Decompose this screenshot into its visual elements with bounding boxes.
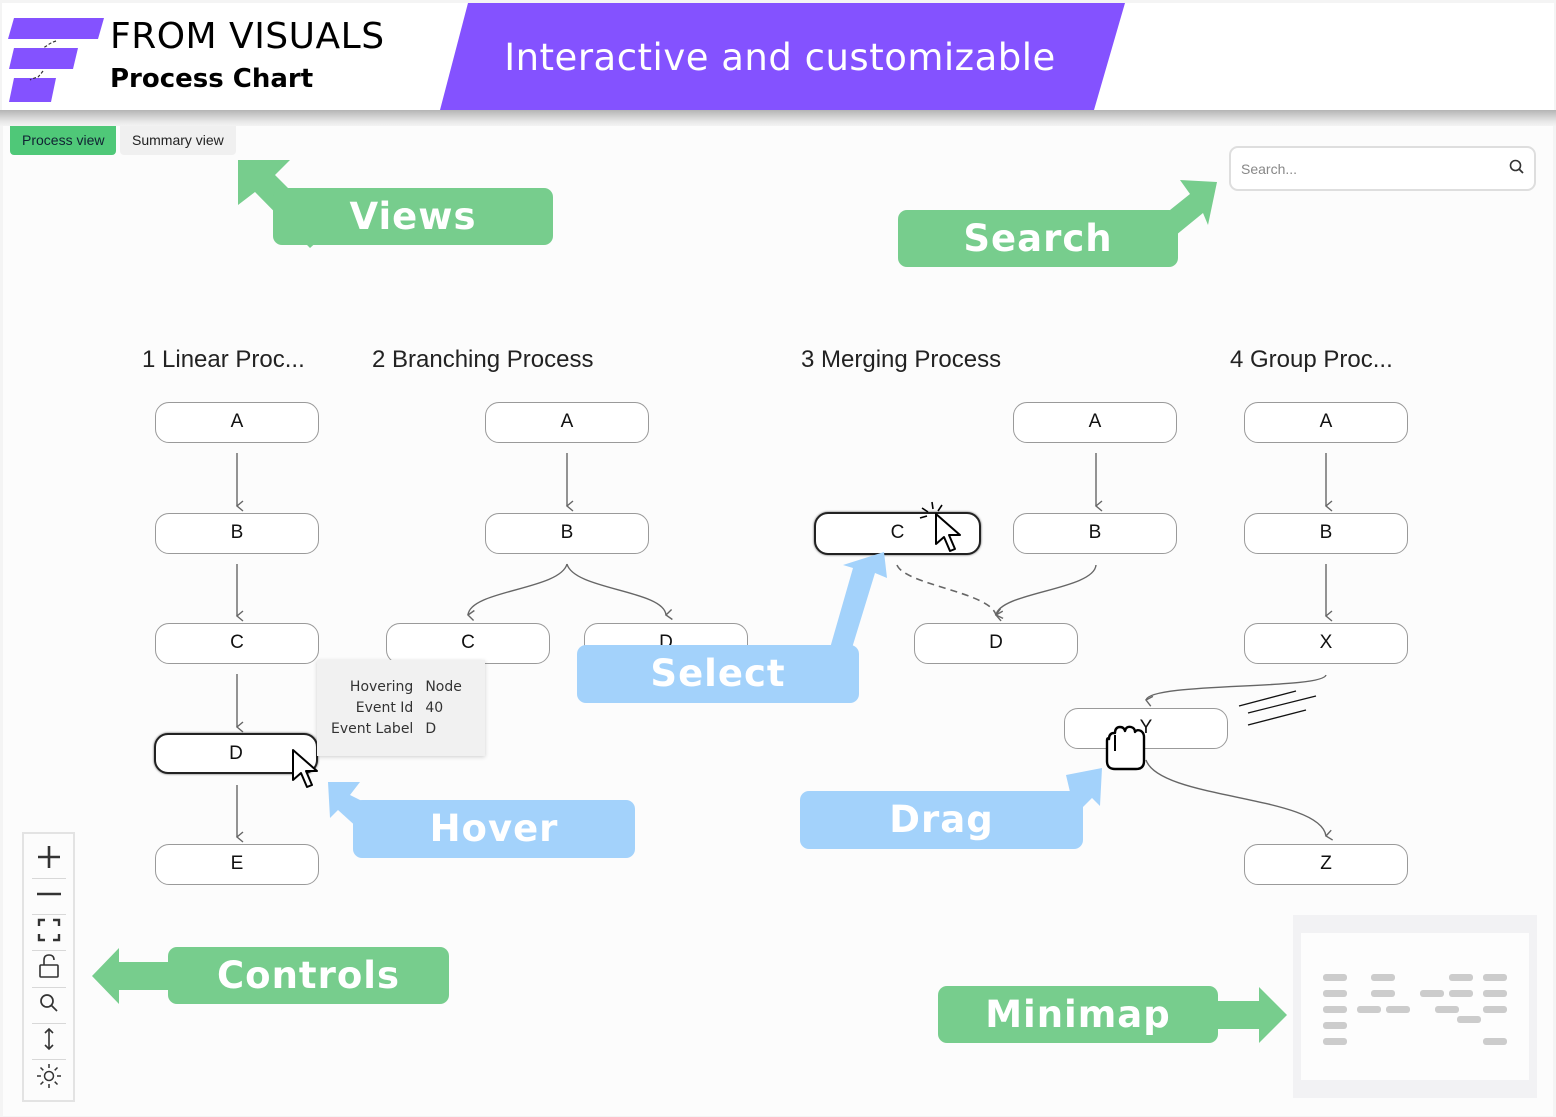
minimap-node [1323, 1006, 1347, 1013]
tooltip-row: Event Label D [331, 720, 468, 741]
lock-button[interactable] [30, 948, 68, 984]
zoom-in-button[interactable] [30, 839, 68, 875]
grab-hand-cursor-icon [1105, 725, 1146, 771]
process-node[interactable]: A [155, 402, 319, 443]
process-node[interactable]: X [1244, 623, 1408, 664]
process-title: 4 Group Proc... [1230, 346, 1393, 373]
tooltip-row: Hovering Node [331, 678, 468, 699]
edge-group-x-y [1144, 674, 1327, 707]
edge-group-y-z [1145, 759, 1334, 841]
drag-callout: Drag [800, 791, 1083, 849]
edge-merge-c-d [896, 564, 1004, 619]
minimap-node [1449, 974, 1473, 981]
drag-motion-lines-icon [1238, 690, 1317, 726]
minimap-node [1323, 1022, 1347, 1029]
tooltip-key: Event Id [355, 700, 414, 716]
minimap-node [1357, 1006, 1381, 1013]
minimap-node [1371, 990, 1395, 997]
process-node[interactable]: D [914, 623, 1078, 664]
tooltip-value: D [425, 721, 437, 737]
process-node[interactable]: B [1013, 513, 1177, 554]
fit-screen-icon [37, 918, 61, 942]
tooltip-value: Node [425, 679, 462, 695]
tooltip-key: Hovering [349, 679, 414, 695]
minimap-node [1435, 1006, 1459, 1013]
controls-callout: Controls [168, 947, 449, 1004]
views-callout: Views [273, 188, 553, 245]
process-node[interactable]: B [1244, 513, 1408, 554]
hover-callout: Hover [353, 800, 635, 858]
minimap-node [1420, 990, 1444, 997]
tooltip-table: Hovering Node Event Id 40 Event Label D [331, 678, 468, 741]
minimap-node [1483, 990, 1507, 997]
search-icon [40, 994, 58, 1012]
process-node[interactable]: C [386, 623, 550, 664]
orientation-button[interactable] [30, 1021, 68, 1057]
minimap[interactable] [1293, 915, 1537, 1098]
minus-icon [37, 892, 61, 896]
sun-icon [37, 1064, 61, 1088]
minimap-callout: Minimap [938, 986, 1218, 1043]
theme-button[interactable] [30, 1058, 68, 1094]
fit-view-button[interactable] [30, 912, 68, 948]
minimap-node [1371, 974, 1395, 981]
minimap-node [1457, 1016, 1481, 1023]
click-cursor-icon [919, 501, 961, 552]
process-node[interactable]: E [155, 844, 319, 885]
process-title: 3 Merging Process [801, 346, 1002, 373]
process-node[interactable]: C [155, 623, 319, 664]
tooltip-key: Event Label [331, 721, 414, 737]
tooltip-row: Event Id 40 [331, 699, 468, 720]
minimap-viewport[interactable] [1301, 933, 1529, 1080]
edge-branch-b-d [566, 563, 673, 621]
minimap-node [1323, 990, 1347, 997]
process-node[interactable]: B [155, 513, 319, 554]
edge-branch-b-c [466, 563, 568, 621]
minimap-node [1483, 974, 1507, 981]
minimap-node [1483, 1006, 1507, 1013]
minimap-node [1449, 990, 1473, 997]
process-node[interactable]: A [1013, 402, 1177, 443]
vertical-arrows-icon [44, 1027, 54, 1051]
unlock-icon [39, 954, 59, 978]
process-node[interactable]: A [1244, 402, 1408, 443]
select-callout: Select [577, 645, 859, 703]
controls-panel [22, 832, 75, 1102]
process-title: 2 Branching Process [372, 346, 594, 373]
process-node[interactable]: A [485, 402, 649, 443]
process-node[interactable]: B [485, 513, 649, 554]
plus-icon [38, 846, 60, 868]
process-title: 1 Linear Proc... [142, 346, 305, 373]
tooltip-value: 40 [425, 700, 444, 716]
zoom-out-button[interactable] [30, 876, 68, 912]
process-node[interactable]: Z [1244, 844, 1408, 885]
edge-merge-b-d [994, 564, 1097, 622]
search-control-button[interactable] [30, 985, 68, 1021]
search-callout: Search [898, 210, 1178, 267]
hover-tooltip: Hovering Node Event Id 40 Event Label D [317, 660, 485, 756]
minimap-node [1386, 1006, 1410, 1013]
minimap-node [1323, 1038, 1347, 1045]
minimap-node [1323, 974, 1347, 981]
minimap-node [1483, 1038, 1507, 1045]
